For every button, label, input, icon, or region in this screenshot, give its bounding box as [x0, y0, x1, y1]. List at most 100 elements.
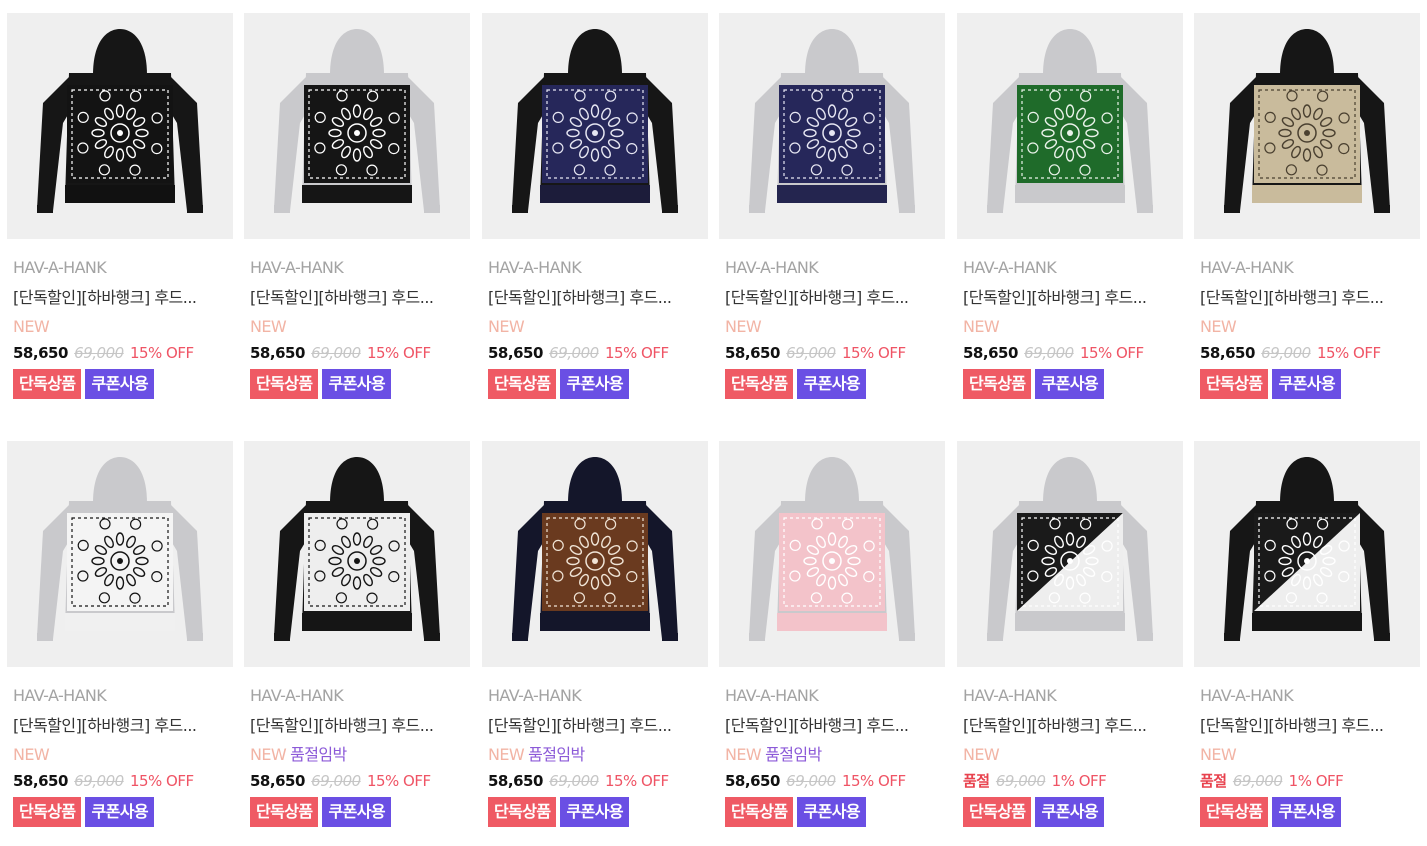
product-name[interactable]: [단독할인][하바행크] 후드... — [1194, 715, 1420, 737]
exclusive-badge: 단독상품 — [250, 797, 319, 827]
product-thumbnail[interactable] — [482, 441, 708, 667]
product-thumbnail[interactable] — [244, 13, 470, 239]
product-name[interactable]: [단독할인][하바행크] 후드... — [957, 715, 1183, 737]
coupon-badge: 쿠폰사용 — [560, 797, 629, 827]
product-name[interactable]: [단독할인][하바행크] 후드... — [482, 287, 708, 309]
coupon-badge: 쿠폰사용 — [322, 797, 391, 827]
product-name[interactable]: [단독할인][하바행크] 후드... — [719, 715, 945, 737]
original-price: 69,000 — [74, 772, 124, 790]
product-badges: 단독상품 쿠폰사용 — [957, 369, 1183, 399]
product-brand[interactable]: HAV-A-HANK — [244, 685, 470, 707]
product-badges: 단독상품 쿠폰사용 — [7, 369, 233, 399]
new-tag: NEW — [1200, 317, 1237, 336]
product-name[interactable]: [단독할인][하바행크] 후드... — [7, 287, 233, 309]
product-tags: NEW — [957, 745, 1183, 765]
hoodie-image — [719, 441, 945, 667]
exclusive-badge: 단독상품 — [250, 369, 319, 399]
exclusive-badge: 단독상품 — [13, 797, 82, 827]
product-name[interactable]: [단독할인][하바행크] 후드... — [244, 715, 470, 737]
product-tags: NEW 품절임박 — [482, 745, 708, 765]
product-name[interactable]: [단독할인][하바행크] 후드... — [482, 715, 708, 737]
original-price: 69,000 — [549, 344, 599, 362]
exclusive-badge: 단독상품 — [1200, 797, 1269, 827]
product-thumbnail[interactable] — [957, 441, 1183, 667]
product-tags: NEW 품절임박 — [244, 745, 470, 765]
product-brand[interactable]: HAV-A-HANK — [719, 685, 945, 707]
product-thumbnail[interactable] — [1194, 441, 1420, 667]
product-tags: NEW — [1194, 317, 1420, 337]
hoodie-image — [1194, 13, 1420, 239]
hoodie-image — [244, 441, 470, 667]
product-badges: 단독상품 쿠폰사용 — [719, 369, 945, 399]
product-card[interactable]: HAV-A-HANK [단독할인][하바행크] 후드... NEW 58,650… — [7, 13, 233, 399]
product-name[interactable]: [단독할인][하바행크] 후드... — [7, 715, 233, 737]
product-name[interactable]: [단독할인][하바행크] 후드... — [244, 287, 470, 309]
low-stock-tag: 품절임박 — [765, 745, 822, 764]
product-card[interactable]: HAV-A-HANK [단독할인][하바행크] 후드... NEW 품절 69,… — [957, 441, 1183, 827]
product-badges: 단독상품 쿠폰사용 — [1194, 369, 1420, 399]
product-card[interactable]: HAV-A-HANK [단독할인][하바행크] 후드... NEW 58,650… — [957, 13, 1183, 399]
product-card[interactable]: HAV-A-HANK [단독할인][하바행크] 후드... NEW 품절임박 58… — [482, 441, 708, 827]
product-thumbnail[interactable] — [7, 441, 233, 667]
product-card[interactable]: HAV-A-HANK [단독할인][하바행크] 후드... NEW 58,650… — [719, 13, 945, 399]
product-brand[interactable]: HAV-A-HANK — [957, 257, 1183, 279]
product-card[interactable]: HAV-A-HANK [단독할인][하바행크] 후드... NEW 58,650… — [482, 13, 708, 399]
product-name[interactable]: [단독할인][하바행크] 후드... — [1194, 287, 1420, 309]
sale-price: 58,650 — [1200, 344, 1255, 362]
product-tags: NEW — [719, 317, 945, 337]
product-thumbnail[interactable] — [482, 13, 708, 239]
product-card[interactable]: HAV-A-HANK [단독할인][하바행크] 후드... NEW 품절임박 58… — [719, 441, 945, 827]
product-badges: 단독상품 쿠폰사용 — [719, 797, 945, 827]
price-row: 품절 69,000 1% OFF — [1194, 771, 1420, 791]
exclusive-badge: 단독상품 — [963, 369, 1032, 399]
product-brand[interactable]: HAV-A-HANK — [957, 685, 1183, 707]
product-brand[interactable]: HAV-A-HANK — [482, 257, 708, 279]
original-price: 69,000 — [311, 772, 361, 790]
product-card[interactable]: HAV-A-HANK [단독할인][하바행크] 후드... NEW 품절 69,… — [1194, 441, 1420, 827]
discount-rate: 15% OFF — [841, 772, 906, 790]
discount-rate: 15% OFF — [841, 344, 906, 362]
product-brand[interactable]: HAV-A-HANK — [7, 685, 233, 707]
product-thumbnail[interactable] — [1194, 13, 1420, 239]
product-name[interactable]: [단독할인][하바행크] 후드... — [957, 287, 1183, 309]
product-thumbnail[interactable] — [719, 441, 945, 667]
coupon-badge: 쿠폰사용 — [560, 369, 629, 399]
product-card[interactable]: HAV-A-HANK [단독할인][하바행크] 후드... NEW 58,650… — [7, 441, 233, 827]
exclusive-badge: 단독상품 — [13, 369, 82, 399]
new-tag: NEW — [488, 745, 525, 764]
product-card[interactable]: HAV-A-HANK [단독할인][하바행크] 후드... NEW 58,650… — [244, 13, 470, 399]
hoodie-image — [719, 13, 945, 239]
product-thumbnail[interactable] — [719, 13, 945, 239]
product-thumbnail[interactable] — [244, 441, 470, 667]
original-price: 69,000 — [995, 772, 1046, 790]
coupon-badge: 쿠폰사용 — [1035, 797, 1104, 827]
product-card[interactable]: HAV-A-HANK [단독할인][하바행크] 후드... NEW 58,650… — [1194, 13, 1420, 399]
product-brand[interactable]: HAV-A-HANK — [482, 685, 708, 707]
low-stock-tag: 품절임박 — [528, 745, 585, 764]
new-tag: NEW — [725, 317, 762, 336]
product-brand[interactable]: HAV-A-HANK — [1194, 685, 1420, 707]
product-brand[interactable]: HAV-A-HANK — [7, 257, 233, 279]
coupon-badge: 쿠폰사용 — [1272, 797, 1341, 827]
sale-price: 58,650 — [250, 344, 305, 362]
product-thumbnail[interactable] — [957, 13, 1183, 239]
price-row: 58,650 69,000 15% OFF — [719, 771, 945, 791]
price-row: 58,650 69,000 15% OFF — [719, 343, 945, 363]
discount-rate: 15% OFF — [604, 344, 669, 362]
product-brand[interactable]: HAV-A-HANK — [719, 257, 945, 279]
exclusive-badge: 단독상품 — [963, 797, 1032, 827]
price-row: 58,650 69,000 15% OFF — [482, 771, 708, 791]
sale-price: 58,650 — [725, 772, 780, 790]
discount-rate: 1% OFF — [1051, 772, 1107, 790]
sale-price: 58,650 — [488, 772, 543, 790]
original-price: 69,000 — [549, 772, 599, 790]
discount-rate: 15% OFF — [366, 344, 431, 362]
coupon-badge: 쿠폰사용 — [797, 797, 866, 827]
hoodie-image — [1194, 441, 1420, 667]
price-row: 품절 69,000 1% OFF — [957, 771, 1183, 791]
product-card[interactable]: HAV-A-HANK [단독할인][하바행크] 후드... NEW 품절임박 58… — [244, 441, 470, 827]
product-brand[interactable]: HAV-A-HANK — [1194, 257, 1420, 279]
product-thumbnail[interactable] — [7, 13, 233, 239]
product-brand[interactable]: HAV-A-HANK — [244, 257, 470, 279]
product-name[interactable]: [단독할인][하바행크] 후드... — [719, 287, 945, 309]
